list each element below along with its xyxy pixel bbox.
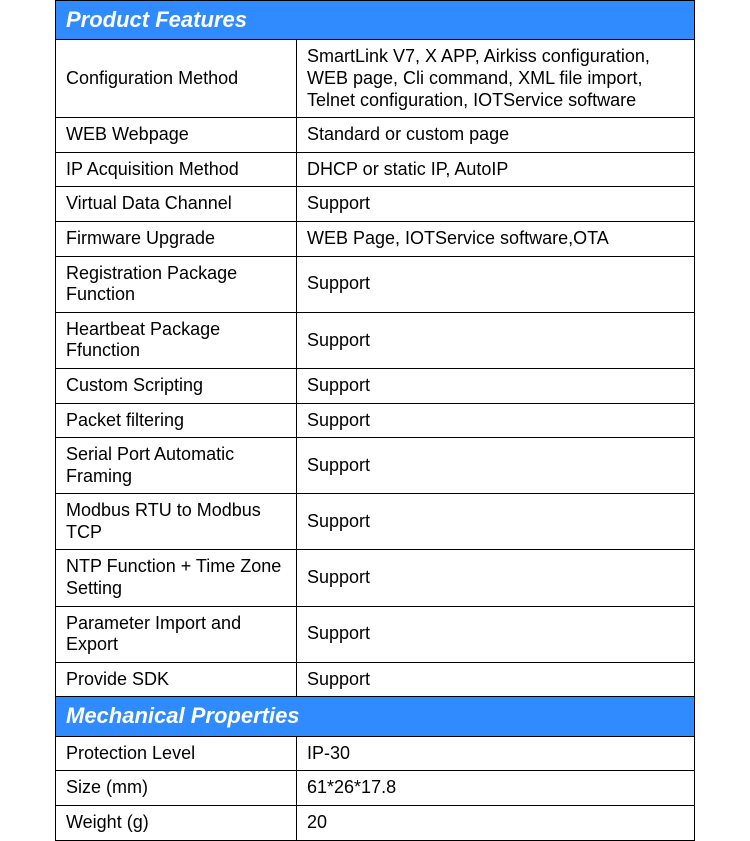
spec-table: Product Features Configuration Method Sm… xyxy=(55,0,695,841)
table-row: Custom Scripting Support xyxy=(56,368,695,403)
spec-value: Support xyxy=(297,403,695,438)
spec-label: Heartbeat Package Ffunction xyxy=(56,312,297,368)
spec-label: Custom Scripting xyxy=(56,368,297,403)
spec-value: 61*26*17.8 xyxy=(297,771,695,806)
spec-value: Support xyxy=(297,550,695,606)
spec-label: Modbus RTU to Modbus TCP xyxy=(56,494,297,550)
spec-label: Weight (g) xyxy=(56,806,297,841)
section-title: Product Features xyxy=(56,1,695,40)
table-row: Virtual Data Channel Support xyxy=(56,187,695,222)
spec-value: Support xyxy=(297,662,695,697)
spec-value: DHCP or static IP, AutoIP xyxy=(297,152,695,187)
table-row: IP Acquisition Method DHCP or static IP,… xyxy=(56,152,695,187)
spec-label: Protection Level xyxy=(56,736,297,771)
table-row: WEB Webpage Standard or custom page xyxy=(56,118,695,153)
spec-label: Size (mm) xyxy=(56,771,297,806)
spec-value: Support xyxy=(297,187,695,222)
table-row: Parameter Import and Export Support xyxy=(56,606,695,662)
spec-label: Configuration Method xyxy=(56,40,297,118)
spec-value: WEB Page, IOTService software,OTA xyxy=(297,221,695,256)
section-header-row: Mechanical Properties xyxy=(56,697,695,736)
spec-value: Support xyxy=(297,494,695,550)
spec-value: 20 xyxy=(297,806,695,841)
table-row: Registration Package Function Support xyxy=(56,256,695,312)
table-row: Protection Level IP-30 xyxy=(56,736,695,771)
spec-value: Support xyxy=(297,438,695,494)
table-row: Firmware Upgrade WEB Page, IOTService so… xyxy=(56,221,695,256)
section-header-row: Product Features xyxy=(56,1,695,40)
spec-label: Parameter Import and Export xyxy=(56,606,297,662)
table-row: Serial Port Automatic Framing Support xyxy=(56,438,695,494)
table-row: Configuration Method SmartLink V7, X APP… xyxy=(56,40,695,118)
spec-label: Serial Port Automatic Framing xyxy=(56,438,297,494)
spec-label: IP Acquisition Method xyxy=(56,152,297,187)
spec-value: SmartLink V7, X APP, Airkiss configurati… xyxy=(297,40,695,118)
spec-label: WEB Webpage xyxy=(56,118,297,153)
table-row: Heartbeat Package Ffunction Support xyxy=(56,312,695,368)
spec-value: Standard or custom page xyxy=(297,118,695,153)
spec-label: Registration Package Function xyxy=(56,256,297,312)
table-row: Weight (g) 20 xyxy=(56,806,695,841)
spec-label: Provide SDK xyxy=(56,662,297,697)
table-row: Modbus RTU to Modbus TCP Support xyxy=(56,494,695,550)
table-row: Provide SDK Support xyxy=(56,662,695,697)
spec-value: Support xyxy=(297,606,695,662)
spec-label: Virtual Data Channel xyxy=(56,187,297,222)
spec-label: Firmware Upgrade xyxy=(56,221,297,256)
spec-value: Support xyxy=(297,368,695,403)
spec-value: Support xyxy=(297,256,695,312)
table-row: Packet filtering Support xyxy=(56,403,695,438)
section-title: Mechanical Properties xyxy=(56,697,695,736)
table-row: NTP Function + Time Zone Setting Support xyxy=(56,550,695,606)
spec-value: Support xyxy=(297,312,695,368)
spec-label: Packet filtering xyxy=(56,403,297,438)
table-row: Size (mm) 61*26*17.8 xyxy=(56,771,695,806)
spec-label: NTP Function + Time Zone Setting xyxy=(56,550,297,606)
spec-value: IP-30 xyxy=(297,736,695,771)
